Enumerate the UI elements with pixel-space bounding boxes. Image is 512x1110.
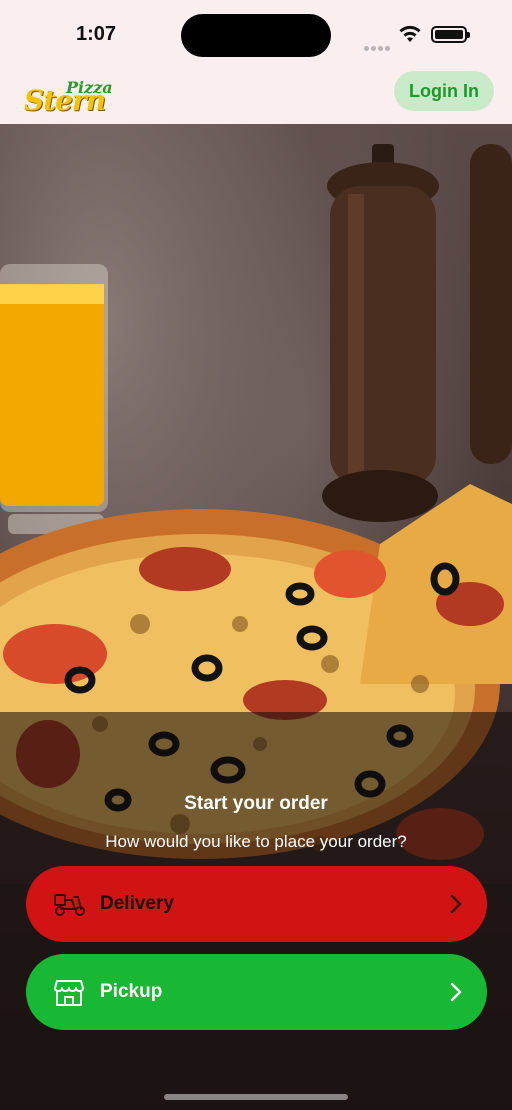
- dynamic-island: [181, 14, 331, 57]
- cellular-dots-icon: [364, 38, 392, 56]
- chevron-right-icon: [450, 894, 462, 914]
- delivery-label: Delivery: [100, 893, 174, 914]
- status-bar: 1:07: [0, 0, 512, 70]
- app-header: Pizza Stern Login In: [0, 70, 512, 124]
- store-icon: [54, 980, 84, 1006]
- logo-text-main: Stern: [24, 84, 106, 117]
- pickup-label: Pickup: [100, 981, 163, 1002]
- scooter-icon: [54, 894, 85, 916]
- status-time: 1:07: [76, 23, 117, 45]
- home-indicator[interactable]: [164, 1094, 348, 1100]
- chevron-right-icon: [450, 982, 462, 1002]
- login-button[interactable]: Login In: [394, 71, 494, 111]
- order-title: Start your order: [184, 793, 328, 814]
- pickup-button[interactable]: Pickup: [26, 954, 487, 1030]
- order-subtitle: How would you like to place your order?: [105, 832, 407, 851]
- wifi-icon: [399, 25, 421, 42]
- delivery-button[interactable]: Delivery: [26, 866, 487, 942]
- brand-logo[interactable]: Pizza Stern: [24, 78, 120, 118]
- battery-icon: [431, 26, 470, 43]
